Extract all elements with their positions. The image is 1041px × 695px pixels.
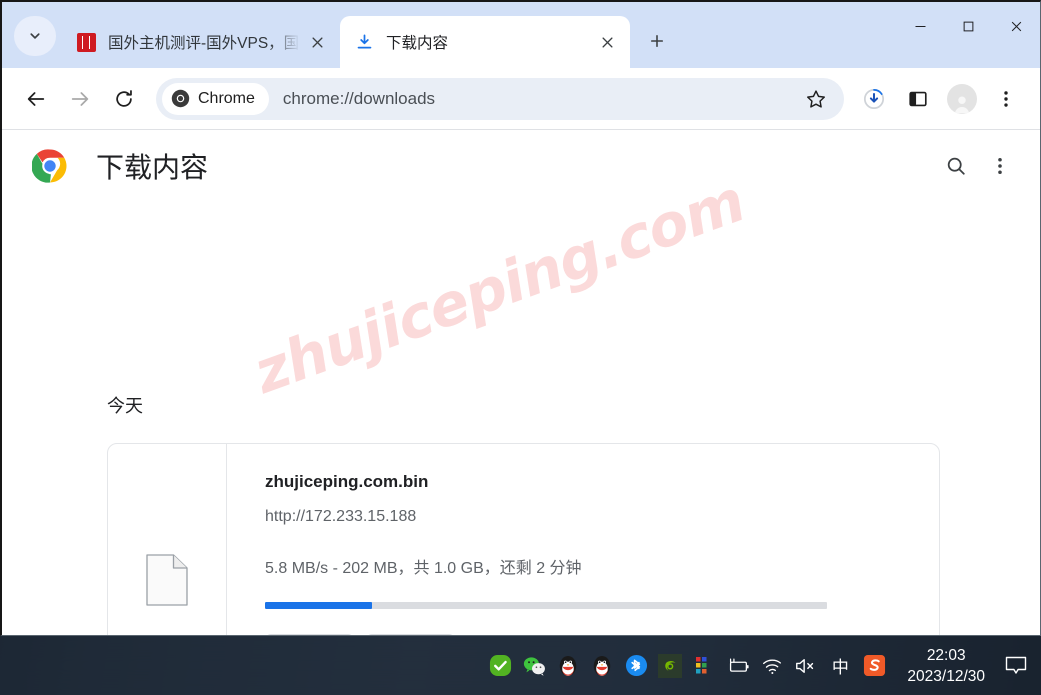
- wechat-icon[interactable]: [519, 646, 549, 686]
- address-bar[interactable]: Chrome chrome://downloads: [156, 77, 844, 120]
- tab-search-button[interactable]: [14, 16, 56, 56]
- green-check-icon[interactable]: [485, 646, 515, 686]
- page-title: 下载内容: [96, 152, 209, 183]
- nvidia-icon[interactable]: [655, 646, 685, 686]
- back-button[interactable]: [14, 77, 58, 121]
- url-text: chrome://downloads: [282, 88, 436, 108]
- chevron-down-icon: [30, 33, 40, 39]
- browser-menu-button[interactable]: [984, 77, 1028, 121]
- search-icon: [947, 157, 965, 175]
- ime-indicator[interactable]: 中: [825, 646, 855, 686]
- qq-icon[interactable]: [553, 646, 583, 686]
- tab-close-button[interactable]: [304, 29, 330, 55]
- chrome-logo-icon: [32, 149, 67, 183]
- forward-arrow-icon: [71, 91, 89, 106]
- watermark: zhujiceping.com: [245, 166, 753, 407]
- tab-title: 国外主机测评-国外VPS，国: [108, 35, 300, 52]
- close-icon: [311, 36, 323, 48]
- star-icon: [807, 89, 825, 108]
- new-tab-button[interactable]: [638, 22, 676, 60]
- downloads-page-header: 下载内容: [2, 130, 1040, 202]
- clock-date: 2023/12/30: [907, 667, 985, 685]
- tab-strip: 国外主机测评-国外VPS，国 下载内容: [2, 2, 1040, 68]
- profile-button[interactable]: [940, 77, 984, 121]
- maximize-icon: [963, 21, 973, 31]
- download-status-text: 5.8 MB/s - 202 MB，共 1.0 GB，还剩 2 分钟: [265, 560, 582, 577]
- downloads-menu-button[interactable]: [978, 144, 1022, 188]
- three-dot-menu-icon: [998, 157, 1002, 175]
- taskbar-clock[interactable]: 22:03 2023/12/30: [891, 645, 997, 687]
- ime-label: 中: [831, 658, 849, 677]
- download-item-card[interactable]: zhujiceping.com.bin http://172.233.15.18…: [107, 443, 940, 635]
- download-progress-bar: [265, 602, 827, 609]
- downloads-button[interactable]: [852, 77, 896, 121]
- notification-center-button[interactable]: [997, 646, 1035, 686]
- clock-time: 22:03: [926, 646, 966, 664]
- side-panel-icon: [909, 91, 927, 106]
- notification-icon: [1005, 656, 1027, 674]
- reload-icon: [116, 89, 132, 107]
- minimize-button[interactable]: [896, 2, 944, 50]
- color-squares-icon[interactable]: [689, 646, 719, 686]
- avatar-icon: [951, 91, 973, 114]
- close-window-button[interactable]: [992, 2, 1040, 50]
- back-arrow-icon: [27, 91, 45, 106]
- maximize-button[interactable]: [944, 2, 992, 50]
- three-dot-menu-icon: [1004, 90, 1008, 107]
- download-filename[interactable]: zhujiceping.com.bin: [265, 472, 939, 492]
- download-details: zhujiceping.com.bin http://172.233.15.18…: [227, 444, 939, 635]
- chrome-origin-chip[interactable]: Chrome: [162, 82, 269, 115]
- close-icon: [601, 36, 613, 48]
- close-icon: [1011, 21, 1021, 31]
- minimize-icon: [915, 25, 925, 27]
- tab-downloads[interactable]: 下载内容: [340, 16, 630, 68]
- bookmark-button[interactable]: [794, 78, 838, 120]
- chrome-logo-icon: [171, 89, 190, 108]
- window-controls: [896, 2, 1040, 68]
- qq-icon-2[interactable]: [587, 646, 617, 686]
- downloads-page: 下载内容 今天 zhujiceping.com zhujiceping.com.…: [2, 130, 1040, 635]
- downloads-search-button[interactable]: [934, 144, 978, 188]
- chrome-chip-label: Chrome: [198, 89, 255, 107]
- download-icon: [354, 32, 374, 52]
- avatar: [947, 83, 977, 114]
- download-progress-icon: [863, 88, 885, 109]
- tab-foreign-host-review[interactable]: 国外主机测评-国外VPS，国: [62, 16, 340, 68]
- red-site-favicon: [76, 32, 96, 52]
- sogou-input-icon[interactable]: [859, 646, 889, 686]
- chrome-browser-window: 国外主机测评-国外VPS，国 下载内容 Chrome chrome://down…: [0, 0, 1041, 636]
- bluetooth-icon[interactable]: [621, 646, 651, 686]
- system-tray: 中 22:03 2023/12/30: [483, 645, 1041, 687]
- plus-icon: [650, 34, 664, 48]
- download-progress-fill: [265, 602, 372, 609]
- desktop-background: 国外主机测评-国外VPS，国 下载内容 Chrome chrome://down…: [0, 0, 1041, 695]
- wifi-icon[interactable]: [757, 646, 787, 686]
- download-source-url[interactable]: http://172.233.15.188: [265, 508, 939, 526]
- tab-title: 下载内容: [386, 35, 449, 52]
- generic-file-icon: [146, 554, 188, 606]
- tab-close-button[interactable]: [594, 29, 620, 55]
- windows-taskbar: 中 22:03 2023/12/30: [0, 636, 1041, 695]
- browser-toolbar: Chrome chrome://downloads: [2, 68, 1040, 130]
- battery-plugged-icon[interactable]: [723, 646, 753, 686]
- side-panel-button[interactable]: [896, 77, 940, 121]
- download-file-icon-column: [108, 444, 227, 635]
- reload-button[interactable]: [102, 77, 146, 121]
- forward-button[interactable]: [58, 77, 102, 121]
- speaker-muted-icon[interactable]: [791, 646, 821, 686]
- download-date-group-label: 今天: [107, 396, 143, 416]
